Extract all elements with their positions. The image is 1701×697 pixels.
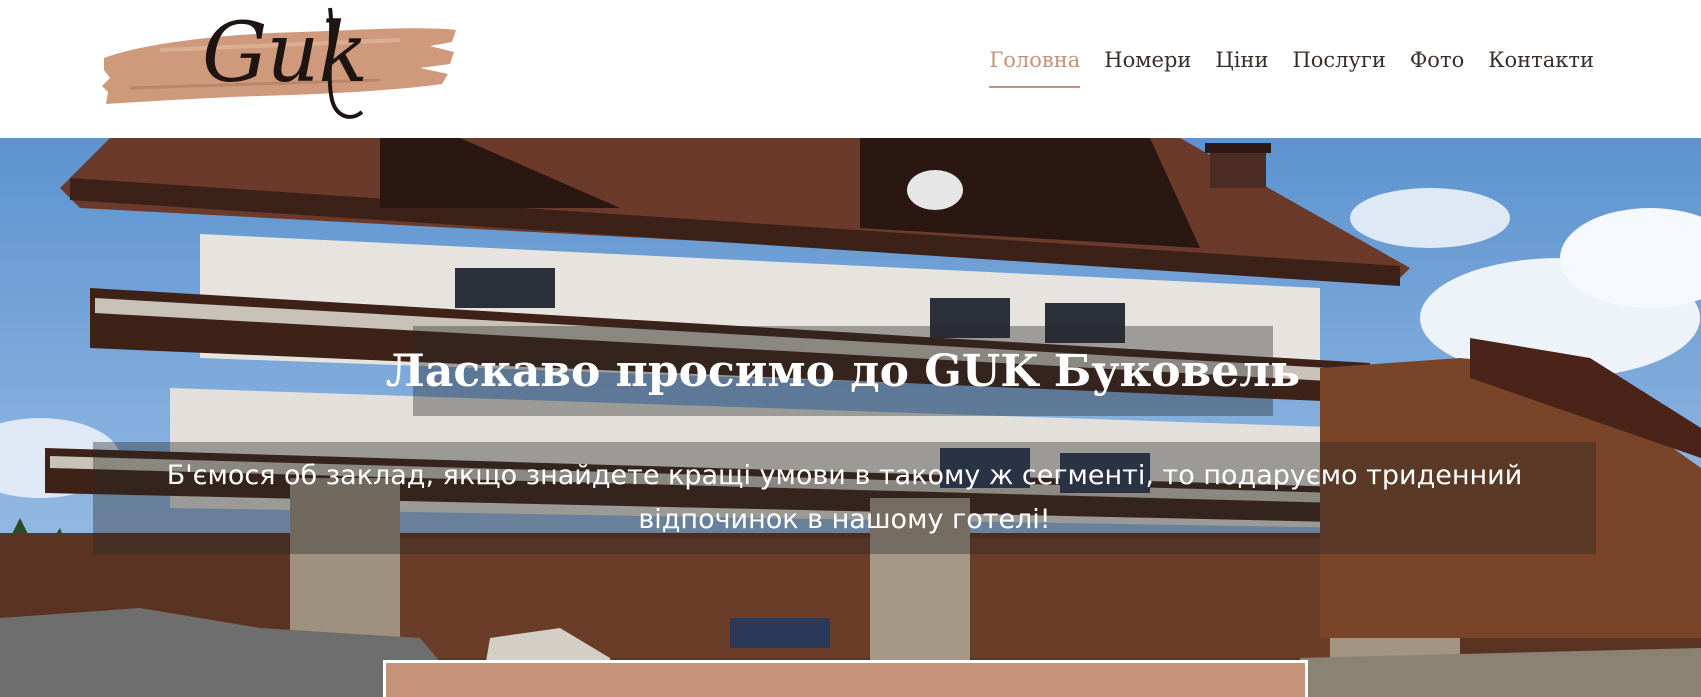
- nav-item-services[interactable]: Послуги: [1292, 48, 1385, 84]
- hero-subtitle: Б'ємося об заклад, якщо знайдете кращі у…: [166, 460, 1523, 535]
- hero-title: Ласкаво просимо до GUK Буковель: [385, 345, 1301, 397]
- booking-panel[interactable]: [383, 660, 1308, 697]
- logo-text: Guk: [202, 6, 368, 101]
- hero-subtitle-box: Б'ємося об заклад, якщо знайдете кращі у…: [93, 442, 1596, 554]
- nav-item-contacts[interactable]: Контакти: [1488, 48, 1594, 84]
- nav-item-rooms[interactable]: Номери: [1104, 48, 1191, 84]
- nav-item-home[interactable]: Головна: [989, 48, 1080, 88]
- main-nav: Головна Номери Ціни Послуги Фото Контакт…: [989, 48, 1594, 88]
- site-header: Guk Головна Номери Ціни Послуги Фото Кон…: [0, 0, 1701, 138]
- hero-section: Ласкаво просимо до GUK Буковель Б'ємося …: [0, 138, 1701, 697]
- nav-item-prices[interactable]: Ціни: [1215, 48, 1268, 84]
- hotel-building-image: [0, 138, 1701, 697]
- logo[interactable]: Guk: [100, 4, 460, 128]
- hero-title-box: Ласкаво просимо до GUK Буковель: [386, 326, 1300, 416]
- nav-item-photos[interactable]: Фото: [1410, 48, 1464, 84]
